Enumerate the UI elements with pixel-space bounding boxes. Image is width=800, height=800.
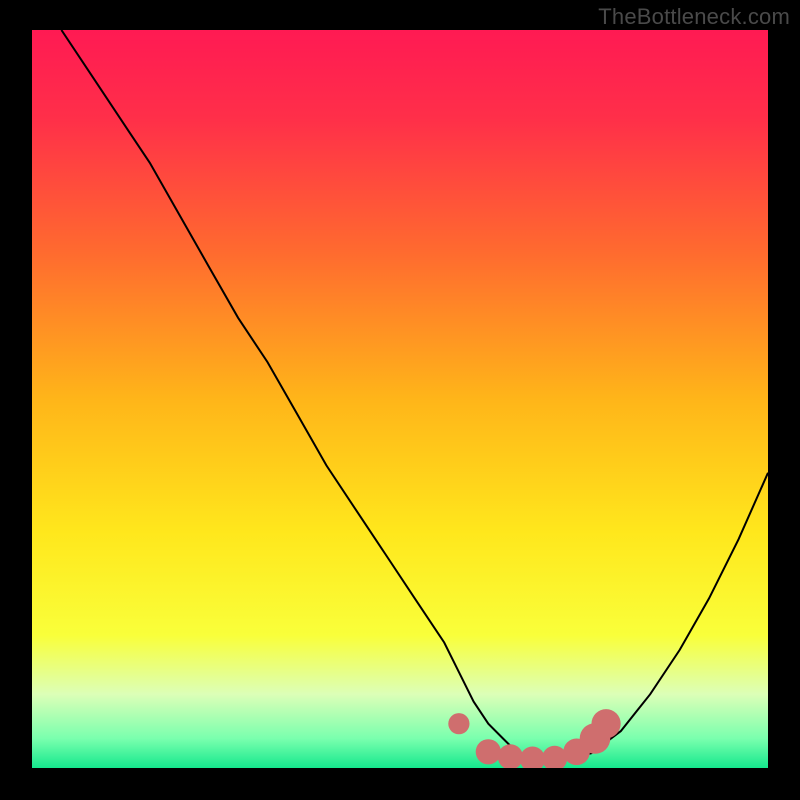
marker-dot [448, 713, 469, 734]
chart-svg [32, 30, 768, 768]
watermark-label: TheBottleneck.com [598, 4, 790, 30]
chart-background [32, 30, 768, 768]
marker-dot [476, 739, 501, 764]
plot-area [32, 30, 768, 768]
marker-dot [592, 709, 621, 738]
chart-frame: TheBottleneck.com [0, 0, 800, 800]
